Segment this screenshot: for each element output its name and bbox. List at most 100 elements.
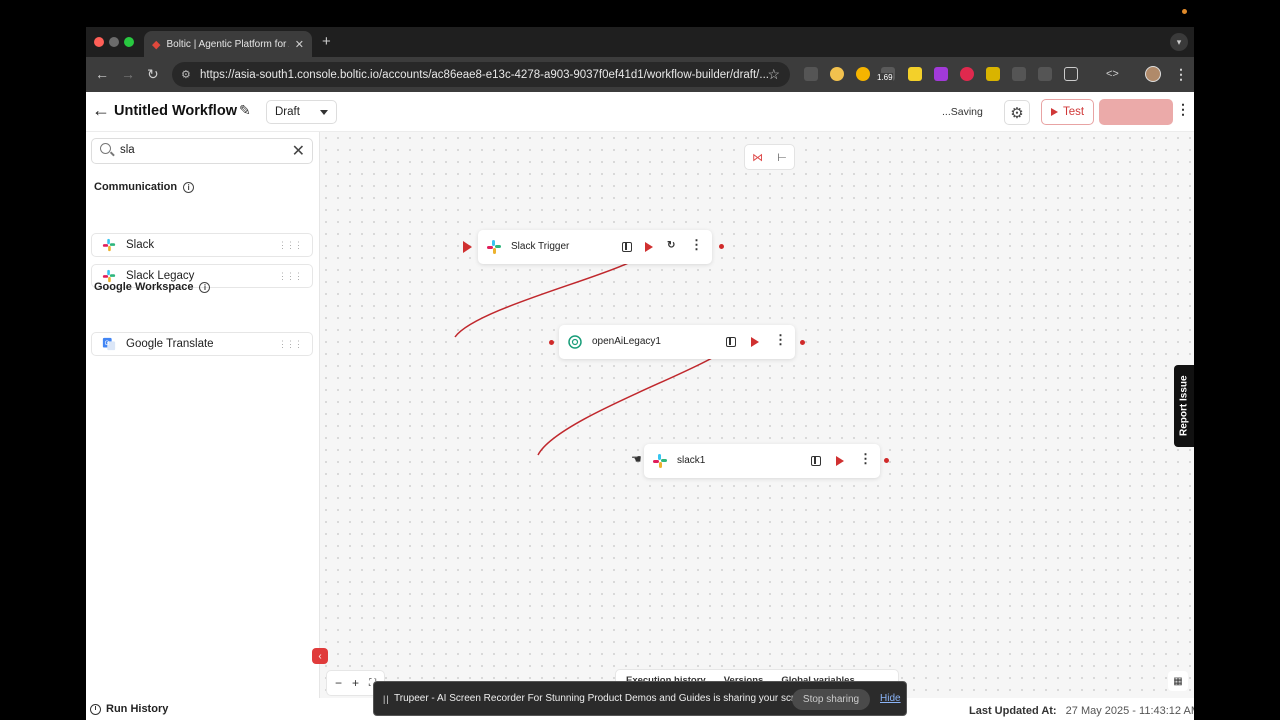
node-slack-trigger[interactable]: Slack Trigger ↻ ⋮	[478, 230, 712, 264]
svg-text:G: G	[105, 340, 110, 347]
address-bar[interactable]: ⚙ https://asia-south1.console.boltic.io/…	[172, 62, 790, 87]
new-tab-button[interactable]: +	[322, 33, 331, 50]
node-label: Slack Trigger	[511, 241, 570, 252]
report-issue-tab[interactable]: Report Issue	[1174, 365, 1194, 447]
camera-extension-icon[interactable]	[804, 67, 818, 81]
expand-panel-icon[interactable]	[622, 242, 632, 252]
expand-panel-icon[interactable]	[811, 456, 821, 466]
emoji-extension-icon[interactable]	[856, 67, 870, 81]
test-button[interactable]: Test	[1041, 99, 1094, 125]
close-icon[interactable]: ✕	[295, 38, 304, 51]
output-port[interactable]	[719, 244, 724, 249]
output-port[interactable]	[800, 340, 805, 345]
site-settings-icon[interactable]: ⚙	[181, 68, 191, 81]
status-value: Draft	[275, 106, 300, 118]
briefcase-extension-icon[interactable]	[1038, 67, 1052, 81]
openai-icon	[568, 335, 582, 349]
reload-icon[interactable]: ↻	[147, 66, 159, 83]
extension-badge: 1.69	[877, 73, 893, 82]
settings-button[interactable]: ⚙	[1004, 100, 1030, 125]
browser-tab[interactable]: ◆ Boltic | Agentic Platform for A ✕	[144, 31, 312, 57]
node-menu-icon[interactable]: ⋮	[774, 333, 787, 346]
run-history-link[interactable]: Run History	[90, 703, 168, 715]
run-node-icon[interactable]	[836, 456, 844, 466]
chevron-down-icon[interactable]: ▾	[1170, 33, 1188, 51]
report-issue-label: Report Issue	[1178, 375, 1190, 437]
share-message: Trupeer - AI Screen Recorder For Stunnin…	[394, 693, 814, 704]
back-arrow-icon[interactable]: ←	[92, 100, 110, 121]
workflow-canvas[interactable]: ⋈ ⊢ Slack Trigger ↻ ⋮ openAiLegacy1 ⋮ sl…	[320, 132, 1194, 698]
collapse-sidebar-button[interactable]: ‹	[312, 648, 328, 664]
map-icon: ▦	[1173, 675, 1183, 687]
puzzle-extensions-icon[interactable]	[1064, 67, 1078, 81]
recorder-extension-icon[interactable]	[960, 67, 974, 81]
recording-indicator	[1182, 9, 1187, 14]
sidebar-item-google-translate[interactable]: G Google Translate ⋮⋮⋮	[91, 332, 313, 356]
minimap-button[interactable]: ▦	[1168, 671, 1188, 691]
pause-icon[interactable]: ||	[383, 694, 390, 704]
info-icon[interactable]: i	[183, 181, 195, 193]
back-icon[interactable]: ←	[95, 66, 109, 82]
integrations-sidebar: ✕ Communication i Slack ⋮⋮⋮	[86, 132, 320, 698]
screen-share-bar: || Trupeer - AI Screen Recorder For Stun…	[373, 681, 907, 716]
last-updated-value: 27 May 2025 - 11:43:12 AM	[1065, 705, 1194, 717]
search-box[interactable]: ✕	[91, 138, 313, 164]
forward-icon[interactable]: →	[121, 66, 135, 82]
last-updated: Last Updated At: 27 May 2025 - 11:43:12 …	[969, 705, 1194, 717]
status-dropdown[interactable]: Draft	[266, 100, 337, 124]
drag-handle-icon[interactable]: ⋮⋮⋮	[278, 339, 303, 350]
minimize-window-button[interactable]	[109, 37, 119, 47]
clear-search-icon[interactable]: ✕	[292, 141, 305, 161]
profile-avatar[interactable]	[1145, 66, 1161, 82]
last-updated-label: Last Updated At:	[969, 705, 1057, 717]
sidebar-item-label: Google Translate	[126, 338, 214, 350]
saving-status: ...Saving	[942, 106, 983, 118]
section-communication: Communication i	[94, 181, 195, 193]
node-openailegacy1[interactable]: openAiLegacy1 ⋮	[559, 325, 795, 359]
sidebar-item-slack[interactable]: Slack ⋮⋮⋮	[91, 233, 313, 257]
slack-icon	[102, 238, 116, 252]
trigger-play-icon[interactable]	[463, 241, 472, 253]
section-title: Google Workspace	[94, 281, 194, 293]
node-menu-icon[interactable]: ⋮	[859, 452, 872, 465]
drag-handle-icon[interactable]: ⋮⋮⋮	[278, 240, 303, 251]
yellow-extension-icon[interactable]	[986, 67, 1000, 81]
edges-layer	[454, 247, 726, 456]
clock-extension-icon[interactable]	[830, 67, 844, 81]
drag-handle-icon[interactable]: ⋮⋮⋮	[278, 271, 303, 282]
run-node-icon[interactable]	[645, 242, 653, 252]
zoom-window-button[interactable]	[124, 37, 134, 47]
expand-panel-icon[interactable]	[726, 337, 736, 347]
section-google-workspace: Google Workspace i	[94, 281, 211, 293]
info-icon[interactable]: i	[199, 281, 211, 293]
slack-icon	[653, 454, 667, 468]
search-input[interactable]	[120, 144, 290, 156]
code-icon[interactable]: <>	[1106, 68, 1119, 80]
history-icon	[90, 703, 101, 715]
sticky-note-extension-icon[interactable]	[908, 67, 922, 81]
publish-button[interactable]	[1099, 99, 1173, 125]
workflow-title[interactable]: Untitled Workflow	[114, 103, 237, 119]
hand-cursor-icon: ☚	[631, 452, 642, 466]
zoom-in-icon[interactable]: +	[352, 676, 359, 690]
gear-icon: ⚙	[1010, 104, 1024, 122]
browser-menu-icon[interactable]: ⋮	[1174, 66, 1188, 83]
refresh-icon[interactable]: ↻	[667, 240, 675, 251]
node-menu-icon[interactable]: ⋮	[690, 238, 703, 251]
input-port[interactable]	[549, 340, 554, 345]
node-label: slack1	[677, 455, 706, 466]
node-slack1[interactable]: slack1 ⋮	[644, 444, 880, 478]
pencil-icon[interactable]: ✎	[239, 102, 251, 119]
more-options-icon[interactable]: ⋮	[1176, 102, 1190, 116]
stop-sharing-button[interactable]: Stop sharing	[792, 689, 870, 710]
close-window-button[interactable]	[94, 37, 104, 47]
purple-extension-icon[interactable]	[934, 67, 948, 81]
section-title: Communication	[94, 181, 178, 193]
hide-link[interactable]: Hide	[880, 693, 901, 704]
star-icon[interactable]: ☆	[767, 66, 780, 83]
zoom-out-icon[interactable]: −	[335, 676, 342, 690]
output-port[interactable]	[884, 458, 889, 463]
gray-extension-icon[interactable]	[1012, 67, 1026, 81]
play-icon	[1050, 108, 1058, 116]
run-node-icon[interactable]	[751, 337, 759, 347]
